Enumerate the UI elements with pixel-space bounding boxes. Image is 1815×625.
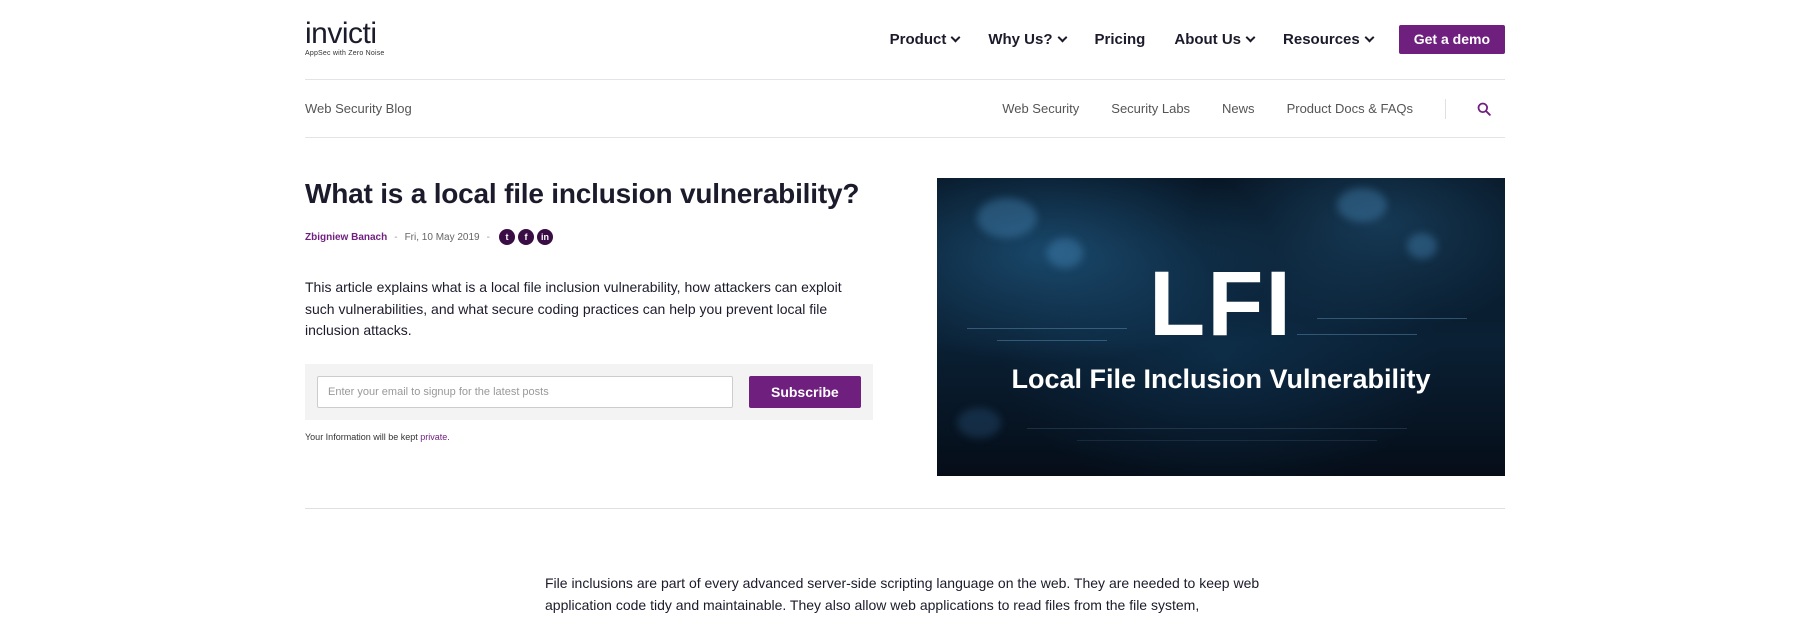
section-divider <box>305 508 1505 509</box>
chevron-down-icon <box>1245 32 1256 43</box>
subnav-link-news[interactable]: News <box>1222 101 1255 116</box>
menu-item-label: Pricing <box>1094 31 1146 48</box>
chevron-down-icon <box>950 32 961 43</box>
subscribe-button[interactable]: Subscribe <box>748 376 861 408</box>
search-button[interactable] <box>1476 101 1492 117</box>
subnav-divider <box>1445 98 1446 119</box>
subnav-link-security-labs[interactable]: Security Labs <box>1111 101 1190 116</box>
linkedin-icon[interactable]: in <box>536 229 553 245</box>
invicti-logo[interactable]: invicti AppSec with Zero Noise <box>305 16 385 57</box>
privacy-link[interactable]: private. <box>420 432 450 442</box>
facebook-icon[interactable]: f <box>517 229 534 245</box>
newsletter-signup: Subscribe <box>305 364 873 420</box>
search-icon <box>1477 102 1491 116</box>
menu-item-label: Resources <box>1283 31 1360 48</box>
logo-wordmark: invicti <box>305 16 377 50</box>
blog-category-links: Web Security Security Labs News Product … <box>970 98 1505 119</box>
article-intro: This article explains what is a local fi… <box>305 279 842 338</box>
article-meta: Zbigniew Banach - Fri, 10 May 2019 - t f… <box>305 229 553 245</box>
privacy-note: Your Information will be kept private. <box>305 432 450 442</box>
email-signup-input[interactable] <box>317 376 733 408</box>
menu-item-why-us[interactable]: Why Us? <box>988 31 1067 48</box>
author-link[interactable]: Zbigniew Banach <box>305 232 387 243</box>
publish-date: Fri, 10 May 2019 <box>404 231 480 243</box>
blog-home-link[interactable]: Web Security Blog <box>305 101 412 116</box>
chevron-down-icon <box>1364 32 1375 43</box>
top-navigation: invicti AppSec with Zero Noise Product W… <box>305 0 1505 80</box>
article-body-paragraph: File inclusions are part of every advanc… <box>545 575 1260 613</box>
meta-separator: - <box>394 231 398 243</box>
blog-subnav: Web Security Blog Web Security Security … <box>305 80 1505 138</box>
subnav-link-product-docs[interactable]: Product Docs & FAQs <box>1287 101 1413 116</box>
main-menu: Product Why Us? Pricing About Us Resourc… <box>861 25 1505 54</box>
hero-image-subtitle: Local File Inclusion Vulnerability <box>1011 364 1431 394</box>
article-title: What is a local file inclusion vulnerabi… <box>305 178 860 209</box>
menu-item-about-us[interactable]: About Us <box>1174 31 1256 48</box>
subnav-link-web-security[interactable]: Web Security <box>1002 101 1079 116</box>
twitter-icon[interactable]: t <box>498 229 515 245</box>
get-a-demo-button[interactable]: Get a demo <box>1398 25 1505 54</box>
menu-item-label: Product <box>889 31 947 48</box>
chevron-down-icon <box>1057 32 1067 43</box>
menu-item-pricing[interactable]: Pricing <box>1095 31 1146 48</box>
meta-separator: - <box>486 231 490 243</box>
hero-image-title: LFI <box>1149 253 1293 355</box>
menu-item-product[interactable]: Product <box>889 31 961 48</box>
article-hero-image: LFI Local File Inclusion Vulnerability <box>937 178 1505 476</box>
privacy-text: Your Information will be kept <box>305 432 418 442</box>
menu-item-resources[interactable]: Resources <box>1283 31 1375 48</box>
logo-tagline: AppSec with Zero Noise <box>305 49 385 57</box>
social-share: t f in <box>498 229 553 245</box>
menu-item-label: Why Us? <box>988 31 1053 48</box>
menu-item-label: About Us <box>1174 31 1242 48</box>
